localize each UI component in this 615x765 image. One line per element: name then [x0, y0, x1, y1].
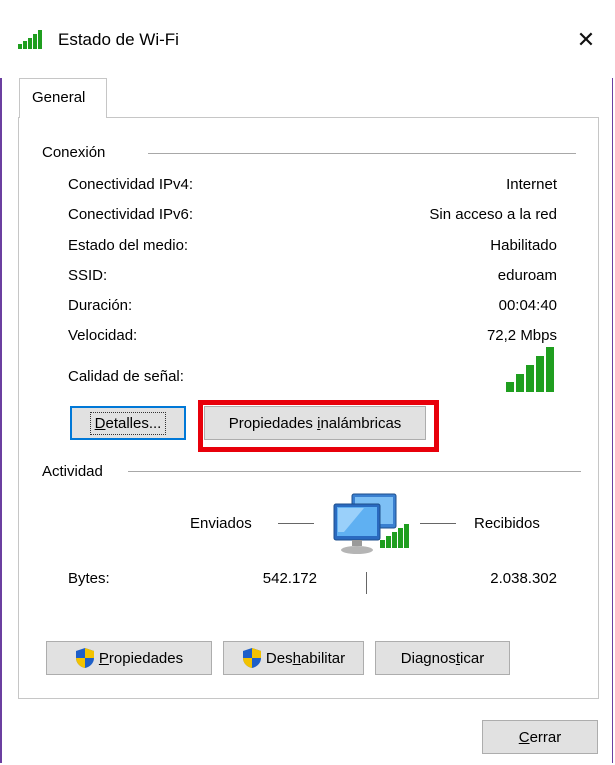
bytes-separator [366, 572, 367, 594]
activity-divider [128, 471, 581, 472]
speed-value: 72,2 Mbps [486, 327, 557, 344]
close-window-button[interactable]: ✕ [568, 24, 604, 56]
details-button-label: Detalles... [89, 411, 167, 435]
duration-label: Duración: [68, 297, 133, 314]
connection-divider [148, 153, 576, 154]
signal-strength-icon [506, 347, 554, 392]
bytes-received-value: 2.038.302 [490, 570, 557, 587]
properties-button-label: Propiedades [98, 649, 184, 667]
close-button-label: Cerrar [518, 728, 562, 746]
red-highlight-box [198, 400, 439, 452]
signal-quality-label: Calidad de señal: [68, 368, 184, 385]
ipv6-label: Conectividad IPv6: [68, 206, 194, 223]
received-line [420, 523, 456, 524]
media-state-value: Habilitado [490, 237, 557, 254]
details-button[interactable]: Detalles... [70, 406, 186, 440]
wifi-signal-icon [18, 30, 42, 49]
ssid-label: SSID: [68, 267, 108, 284]
tab-general-label: General [32, 89, 86, 106]
ssid-value: eduroam [497, 267, 557, 284]
disable-button-label: Deshabilitar [265, 649, 346, 667]
uac-shield-icon [242, 648, 261, 668]
activity-group-label: Actividad [42, 463, 103, 480]
bytes-sent-value: 542.172 [262, 570, 317, 587]
sent-label: Enviados [190, 515, 252, 532]
disable-button[interactable]: Deshabilitar [223, 641, 364, 675]
ipv6-value: Sin acceso a la red [429, 206, 557, 223]
close-button[interactable]: Cerrar [482, 720, 598, 754]
uac-shield-icon [75, 648, 94, 668]
duration-value: 00:04:40 [498, 297, 557, 314]
bytes-label: Bytes: [68, 570, 110, 587]
tab-general[interactable]: General [19, 78, 107, 118]
diagnose-button[interactable]: Diagnosticar [375, 641, 510, 675]
connection-group-label: Conexión [42, 144, 106, 161]
received-label: Recibidos [474, 515, 540, 532]
sent-line [278, 523, 314, 524]
ipv4-value: Internet [506, 176, 557, 193]
title-bar: Estado de Wi-Fi ✕ [0, 0, 615, 78]
properties-button[interactable]: Propiedades [46, 641, 212, 675]
speed-label: Velocidad: [68, 327, 138, 344]
diagnose-button-label: Diagnosticar [400, 649, 485, 667]
network-computers-icon [333, 493, 409, 554]
close-icon: ✕ [576, 27, 596, 52]
window-title: Estado de Wi-Fi [58, 30, 179, 49]
media-state-label: Estado del medio: [68, 237, 189, 254]
ipv4-label: Conectividad IPv4: [68, 176, 194, 193]
